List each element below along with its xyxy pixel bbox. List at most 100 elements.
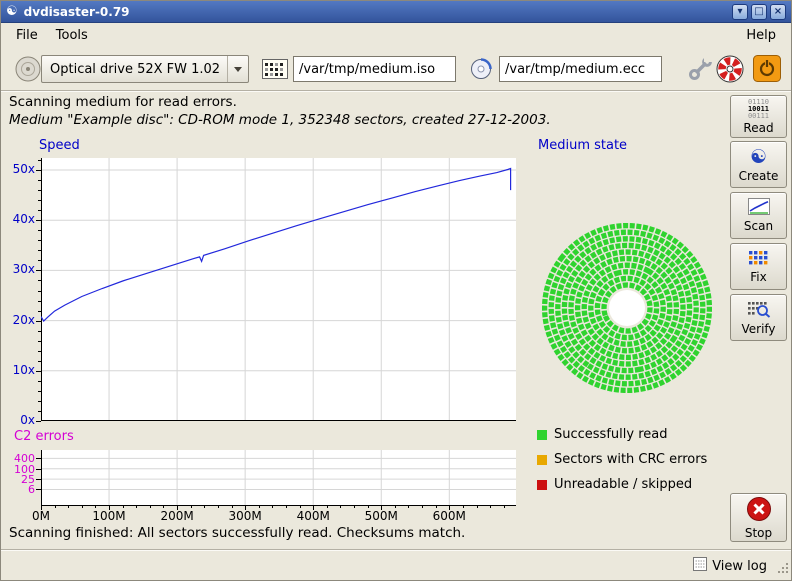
- axis-minor-tick: [354, 506, 355, 508]
- menu-file[interactable]: File: [7, 26, 47, 45]
- quit-power-button[interactable]: [753, 55, 781, 86]
- axis-minor-tick: [38, 311, 41, 312]
- axis-minor-tick: [38, 391, 41, 392]
- axis-minor-tick: [38, 331, 41, 332]
- fix-button[interactable]: Fix: [730, 243, 787, 290]
- ecc-path-input[interactable]: [499, 56, 662, 82]
- drive-selector[interactable]: Optical drive 52X FW 1.02: [41, 55, 249, 83]
- axis-minor-tick: [163, 506, 164, 508]
- iso-image-icon: [262, 59, 288, 83]
- dropdown-arrow-icon: [227, 56, 248, 82]
- axis-minor-tick: [38, 301, 41, 302]
- fix-icon: [748, 250, 770, 269]
- dvdisaster-logo-icon[interactable]: [715, 54, 745, 88]
- speed-plot-svg: [41, 158, 516, 421]
- speed-y-tick-label: 40x: [1, 212, 35, 226]
- verify-button[interactable]: Verify: [730, 294, 787, 341]
- axis-minor-tick: [191, 506, 192, 508]
- axis-minor-tick: [95, 506, 96, 508]
- x-axis-tick-label: 200M: [152, 509, 202, 523]
- axis-tick: [36, 458, 41, 459]
- legend-swatch-yellow: [537, 455, 547, 465]
- axis-minor-tick: [38, 210, 41, 211]
- scan-button[interactable]: Scan: [730, 192, 787, 239]
- axis-minor-tick: [82, 506, 83, 508]
- app-icon: ☯: [6, 1, 18, 23]
- view-log-button[interactable]: View log: [689, 555, 771, 577]
- stop-button-label: Stop: [745, 526, 772, 540]
- axis-minor-tick: [368, 506, 369, 508]
- axis-tick: [36, 469, 41, 470]
- x-axis-tick-label: 600M: [424, 509, 474, 523]
- legend-item-crc: Sectors with CRC errors: [537, 451, 707, 468]
- axis-minor-tick: [68, 506, 69, 508]
- x-axis-tick-label: 300M: [220, 509, 270, 523]
- axis-tick: [36, 421, 41, 422]
- ecc-file-icon: [469, 58, 493, 84]
- axis-tick: [313, 506, 314, 510]
- resize-grip[interactable]: [777, 560, 790, 579]
- legend-label: Sectors with CRC errors: [554, 452, 707, 467]
- drive-icon[interactable]: [14, 55, 42, 87]
- legend-item-unreadable: Unreadable / skipped: [537, 476, 692, 493]
- speed-y-tick-label: 0x: [1, 413, 35, 427]
- read-button[interactable]: 01110 10011 00111 Read: [730, 95, 787, 138]
- axis-minor-tick: [38, 180, 41, 181]
- axis-minor-tick: [38, 381, 41, 382]
- axis-tick: [36, 170, 41, 171]
- view-log-label: View log: [712, 559, 767, 574]
- titlebar[interactable]: ☯ dvdisaster-0.79 ▾ □ ×: [1, 1, 791, 23]
- axis-tick: [36, 220, 41, 221]
- axis-tick: [449, 506, 450, 510]
- axis-tick: [381, 506, 382, 510]
- axis-minor-tick: [150, 506, 151, 508]
- verify-button-label: Verify: [741, 322, 775, 336]
- stop-button[interactable]: Stop: [730, 493, 787, 542]
- axis-minor-tick: [504, 506, 505, 508]
- axis-tick: [177, 506, 178, 510]
- toolbar: Optical drive 52X FW 1.02: [1, 47, 791, 91]
- create-button[interactable]: ☯ Create: [730, 141, 787, 188]
- window-title: dvdisaster-0.79: [24, 5, 729, 19]
- c2-errors-title: C2 errors: [14, 429, 74, 444]
- axis-minor-tick: [38, 250, 41, 251]
- menu-tools[interactable]: Tools: [47, 26, 97, 45]
- x-axis-tick-label: 0M: [16, 509, 66, 523]
- axis-minor-tick: [38, 240, 41, 241]
- axis-minor-tick: [259, 506, 260, 508]
- bottombar: View log: [1, 549, 791, 580]
- axis-minor-tick: [327, 506, 328, 508]
- legend-label: Successfully read: [554, 427, 667, 442]
- speed-y-tick-label: 20x: [1, 313, 35, 327]
- c2-plot-svg: [41, 450, 516, 506]
- axis-tick: [36, 321, 41, 322]
- speed-chart: [41, 158, 516, 421]
- minimize-button[interactable]: ▾: [732, 4, 748, 20]
- close-button[interactable]: ×: [770, 4, 786, 20]
- scan-chart-icon: [748, 198, 770, 218]
- app-window: ☯ dvdisaster-0.79 ▾ □ × File Tools Help …: [0, 0, 792, 581]
- axis-minor-tick: [38, 280, 41, 281]
- axis-minor-tick: [436, 506, 437, 508]
- axis-minor-tick: [286, 506, 287, 508]
- axis-minor-tick: [38, 190, 41, 191]
- log-icon: [693, 557, 707, 575]
- drive-selector-value: Optical drive 52X FW 1.02: [42, 62, 227, 77]
- binary-read-icon: 01110 10011 00111: [748, 99, 769, 120]
- create-button-label: Create: [739, 169, 779, 183]
- verify-magnifier-icon: [747, 300, 771, 321]
- speed-y-tick-label: 30x: [1, 262, 35, 276]
- legend-label: Unreadable / skipped: [554, 477, 692, 492]
- maximize-button[interactable]: □: [751, 4, 767, 20]
- axis-minor-tick: [340, 506, 341, 508]
- axis-tick: [36, 270, 41, 271]
- menu-help[interactable]: Help: [737, 26, 785, 45]
- read-button-label: Read: [743, 121, 773, 135]
- axis-minor-tick: [136, 506, 137, 508]
- speed-y-tick-label: 50x: [1, 162, 35, 176]
- axis-tick: [36, 489, 41, 490]
- preferences-wrench-icon[interactable]: [687, 56, 713, 86]
- iso-path-input[interactable]: [293, 56, 456, 82]
- axis-minor-tick: [38, 160, 41, 161]
- axis-minor-tick: [272, 506, 273, 508]
